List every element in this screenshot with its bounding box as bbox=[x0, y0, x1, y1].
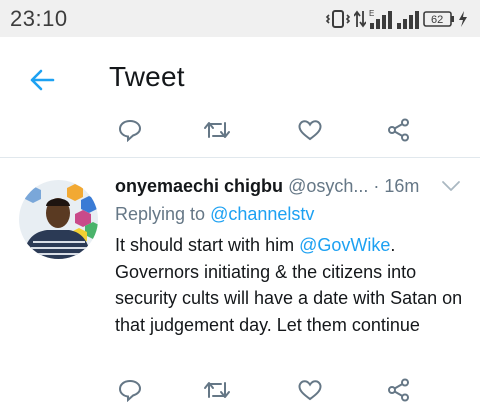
retweet-button[interactable] bbox=[202, 116, 232, 144]
battery-level: 62 bbox=[431, 14, 443, 26]
chevron-down-icon bbox=[442, 181, 460, 191]
status-bar: 23:10 E 62 bbox=[0, 0, 480, 37]
back-arrow-icon bbox=[30, 69, 55, 91]
like-icon bbox=[298, 120, 322, 141]
tweet-text-intro: It should start with him bbox=[115, 235, 300, 255]
tweet-text: It should start with him @GovWike. Gover… bbox=[115, 232, 465, 338]
status-icons: E 62 bbox=[325, 8, 468, 30]
reply-icon bbox=[118, 379, 142, 402]
status-time: 23:10 bbox=[10, 6, 68, 31]
signal-1-icon: E bbox=[369, 9, 392, 29]
page-title: Tweet bbox=[109, 61, 185, 92]
share-icon bbox=[388, 378, 409, 402]
time-separator: · bbox=[368, 176, 385, 196]
retweet-icon bbox=[204, 122, 230, 138]
retweet-button[interactable] bbox=[202, 376, 232, 404]
reply-icon bbox=[118, 119, 142, 142]
signal-2-icon bbox=[397, 11, 419, 29]
tweet-header: onyemaechi chigbu @osych... · 16m bbox=[115, 176, 455, 200]
tweet-mention[interactable]: @GovWike bbox=[299, 235, 390, 255]
tweet-menu-button[interactable] bbox=[441, 176, 461, 196]
like-button[interactable] bbox=[295, 376, 325, 404]
back-button[interactable] bbox=[24, 62, 60, 98]
app-header: Tweet bbox=[0, 37, 480, 121]
reply-button[interactable] bbox=[115, 376, 145, 404]
share-button[interactable] bbox=[384, 376, 414, 404]
author-name[interactable]: onyemaechi chigbu bbox=[115, 176, 283, 196]
tweet-actions bbox=[0, 376, 480, 404]
reply-button[interactable] bbox=[115, 116, 145, 144]
tweet-time[interactable]: 16m bbox=[384, 176, 419, 196]
author-handle[interactable]: @osych... bbox=[288, 176, 368, 196]
share-button[interactable] bbox=[384, 116, 414, 144]
replying-to-mention[interactable]: @channelstv bbox=[210, 204, 314, 224]
divider bbox=[0, 157, 480, 158]
data-transfer-icon bbox=[354, 10, 366, 28]
share-icon bbox=[388, 118, 409, 142]
like-button[interactable] bbox=[295, 116, 325, 144]
battery-icon: 62 bbox=[423, 11, 454, 27]
retweet-icon bbox=[204, 382, 230, 398]
charging-icon bbox=[459, 11, 467, 27]
avatar[interactable] bbox=[19, 180, 98, 259]
vibrate-icon bbox=[325, 10, 351, 28]
like-icon bbox=[298, 380, 322, 401]
replying-to: Replying to @channelstv bbox=[115, 204, 314, 225]
replying-label: Replying to bbox=[115, 204, 211, 224]
previous-tweet-actions bbox=[0, 116, 480, 144]
svg-text:E: E bbox=[369, 9, 374, 18]
